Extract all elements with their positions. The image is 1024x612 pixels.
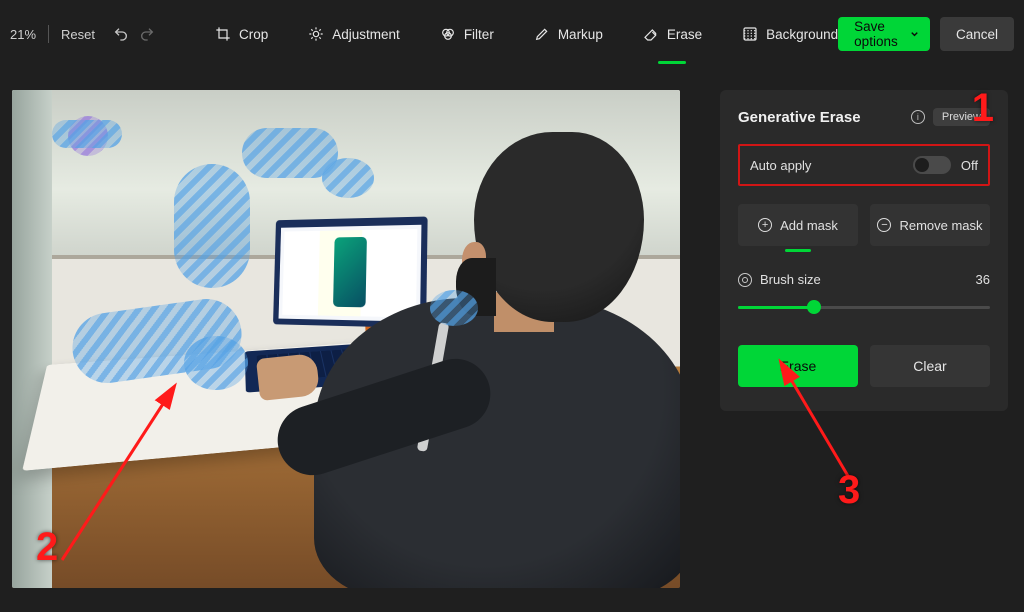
- photo-content: [12, 90, 680, 588]
- plus-icon: +: [758, 218, 772, 232]
- auto-apply-toggle[interactable]: [913, 156, 951, 174]
- tool-label: Filter: [464, 27, 494, 42]
- zoom-level[interactable]: 21%: [10, 27, 36, 42]
- add-mask-label: Add mask: [780, 218, 838, 233]
- tool-label: Adjustment: [332, 27, 400, 42]
- erase-icon: [643, 26, 659, 42]
- markup-icon: [534, 26, 550, 42]
- chevron-down-icon: [909, 29, 920, 40]
- separator: [48, 25, 49, 43]
- adjustment-icon: [308, 26, 324, 42]
- tool-label: Background: [766, 27, 838, 42]
- remove-mask-label: Remove mask: [899, 218, 982, 233]
- tool-adjustment[interactable]: Adjustment: [308, 26, 400, 42]
- add-mask-button[interactable]: + Add mask: [738, 204, 858, 246]
- brush-size-label: Brush size: [760, 272, 821, 287]
- remove-mask-button[interactable]: − Remove mask: [870, 204, 990, 246]
- tool-crop[interactable]: Crop: [215, 26, 268, 42]
- tool-label: Markup: [558, 27, 603, 42]
- image-canvas[interactable]: 2: [12, 90, 680, 588]
- panel-title: Generative Erase: [738, 109, 903, 126]
- erase-mask: [52, 120, 122, 148]
- redo-icon[interactable]: [139, 26, 155, 42]
- tool-markup[interactable]: Markup: [534, 26, 603, 42]
- annotation-number-3: 3: [838, 468, 860, 513]
- background-icon: [742, 26, 758, 42]
- erase-mask: [184, 336, 248, 390]
- tool-label: Erase: [667, 27, 702, 42]
- clear-button[interactable]: Clear: [870, 345, 990, 387]
- undo-icon[interactable]: [113, 26, 129, 42]
- cancel-button[interactable]: Cancel: [940, 17, 1014, 51]
- clear-label: Clear: [913, 358, 946, 374]
- erase-panel: Generative Erase i Preview Auto apply Of…: [720, 90, 1008, 411]
- erase-label: Erase: [780, 358, 817, 374]
- filter-icon: [440, 26, 456, 42]
- auto-apply-state: Off: [961, 158, 978, 173]
- erase-button[interactable]: Erase: [738, 345, 858, 387]
- reset-button[interactable]: Reset: [61, 27, 95, 42]
- tool-filter[interactable]: Filter: [440, 26, 494, 42]
- tool-label: Crop: [239, 27, 268, 42]
- save-label: Save options: [854, 19, 904, 49]
- top-toolbar: 21% Reset Crop Adjustment: [0, 0, 1024, 68]
- auto-apply-label: Auto apply: [750, 158, 811, 173]
- erase-mask: [322, 158, 374, 198]
- brush-size-slider[interactable]: [738, 297, 990, 317]
- tool-erase[interactable]: Erase: [643, 26, 702, 42]
- brush-icon: [738, 273, 752, 287]
- preview-badge: Preview: [933, 108, 990, 126]
- info-icon[interactable]: i: [911, 110, 925, 124]
- crop-icon: [215, 26, 231, 42]
- erase-mask: [430, 290, 478, 326]
- brush-size-value: 36: [976, 272, 990, 287]
- cancel-label: Cancel: [956, 27, 998, 42]
- auto-apply-row: Auto apply Off: [738, 144, 990, 186]
- erase-mask: [174, 164, 250, 288]
- tool-background[interactable]: Background: [742, 26, 838, 42]
- toolbar-tools: Crop Adjustment Filter Markup Erase: [215, 26, 838, 42]
- save-options-button[interactable]: Save options: [838, 17, 930, 51]
- minus-icon: −: [877, 218, 891, 232]
